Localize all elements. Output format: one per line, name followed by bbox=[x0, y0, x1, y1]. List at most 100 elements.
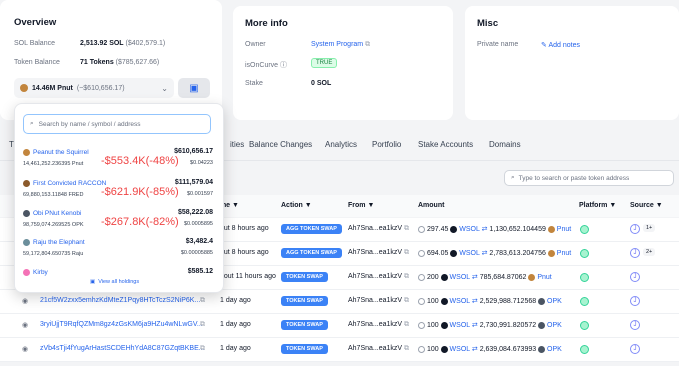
dropdown-search-input[interactable]: ⌕ Search by name / symbol / address bbox=[23, 114, 211, 134]
wsol-icon bbox=[440, 321, 448, 329]
more-info-title: More info bbox=[245, 18, 288, 29]
copy-icon[interactable]: ⧉ bbox=[404, 249, 409, 256]
filter-icon[interactable]: ▼ bbox=[609, 202, 616, 209]
token-link[interactable]: OPK bbox=[547, 322, 562, 329]
copy-icon[interactable]: ⧉ bbox=[404, 321, 409, 328]
token-icon bbox=[23, 149, 30, 156]
token-link[interactable]: WSOL bbox=[450, 298, 470, 305]
wsol-icon bbox=[440, 273, 448, 281]
platform-icon[interactable] bbox=[580, 225, 589, 234]
from-address[interactable]: Ah7Sna...ea1kzV ⧉ bbox=[348, 225, 409, 233]
copy-icon[interactable]: ⧉ bbox=[404, 225, 409, 232]
token-link[interactable]: WSOL bbox=[459, 226, 479, 233]
owner-label: Owner bbox=[245, 41, 266, 48]
token-link[interactable]: WSOL bbox=[459, 250, 479, 257]
view-all-holdings-link[interactable]: ▣ View all holdings bbox=[90, 279, 139, 285]
tab-activities[interactable]: ities bbox=[230, 140, 244, 149]
token-link[interactable]: WSOL bbox=[450, 274, 470, 281]
dropdown-item[interactable]: Obi PNut Kenobi 98,759,074.269525 OPK $58,… bbox=[23, 208, 213, 236]
filter-icon[interactable]: ▼ bbox=[305, 202, 312, 209]
swap-arrow-icon: ⇄ bbox=[471, 346, 478, 353]
from-address[interactable]: Ah7Sna...ea1kzV ⧉ bbox=[348, 345, 409, 353]
time-cell: 1 day ago bbox=[220, 321, 251, 328]
token-loss: -$267.8K(-82%) bbox=[101, 216, 179, 228]
token-name[interactable]: Kirby bbox=[33, 269, 48, 276]
copy-icon[interactable]: ⧉ bbox=[200, 321, 205, 329]
copy-icon[interactable]: ⧉ bbox=[200, 345, 205, 353]
clock-icon bbox=[418, 273, 425, 281]
sol-balance-label: SOL Balance bbox=[14, 40, 55, 47]
copy-icon[interactable]: ⧉ bbox=[404, 297, 409, 304]
filter-icon[interactable]: ▼ bbox=[367, 202, 374, 209]
token-link[interactable]: OPK bbox=[547, 298, 562, 305]
action-badge: TOKEN SWAP bbox=[281, 272, 328, 282]
action-badge: AGG TOKEN SWAP bbox=[281, 224, 342, 234]
overview-title: Overview bbox=[14, 17, 57, 28]
token-select-button[interactable]: 14.46M Pnut (~$610,656.17) ⌄ bbox=[14, 78, 174, 98]
token-link[interactable]: Pnut bbox=[537, 274, 551, 281]
signature-link[interactable]: 21cf5W2zxx5emhzKdMteZ1Pqy8HTcTczS2NiP6K.… bbox=[40, 297, 200, 304]
tab-domains[interactable]: Domains bbox=[489, 140, 521, 149]
wsol-icon bbox=[440, 297, 448, 305]
copy-icon[interactable]: ⧉ bbox=[404, 345, 409, 352]
misc-title: Misc bbox=[477, 18, 499, 29]
token-name[interactable]: Obi PNut Kenobi bbox=[33, 210, 81, 217]
signature-link[interactable]: 3ryiUjjT9RqfQZMm8gz4zGsKM6ja9HZu4wNLwGV.… bbox=[40, 321, 203, 328]
isoncurve-badge: TRUE bbox=[311, 58, 338, 68]
source-icon[interactable]: J bbox=[630, 296, 640, 306]
tab-portfolio[interactable]: Portfolio bbox=[372, 140, 401, 149]
copy-icon[interactable]: ⧉ bbox=[200, 297, 205, 305]
tab-stake-accounts[interactable]: Stake Accounts bbox=[418, 140, 473, 149]
platform-icon[interactable] bbox=[580, 321, 589, 330]
token-link[interactable]: Pnut bbox=[557, 226, 571, 233]
dropdown-item[interactable]: Peanut the Squirrel 14,461,252.236395 Pnu… bbox=[23, 147, 213, 175]
dropdown-item[interactable]: Raju the Elephant 59,172,804.650735 Raju $… bbox=[23, 237, 213, 265]
platform-icon[interactable] bbox=[580, 297, 589, 306]
tab-analytics[interactable]: Analytics bbox=[325, 140, 357, 149]
token-link[interactable]: Pnut bbox=[557, 250, 571, 257]
misc-card: Misc Private name ✎ Add notes bbox=[465, 6, 679, 120]
platform-icon[interactable] bbox=[580, 273, 589, 282]
from-address[interactable]: Ah7Sna...ea1kzV ⧉ bbox=[348, 297, 409, 305]
dropdown-item[interactable]: First Convicted RACCON 69,880,153.11848 F… bbox=[23, 178, 213, 206]
source-icon[interactable]: J bbox=[630, 272, 640, 282]
token-usd: $111,579.04 bbox=[174, 179, 213, 186]
token-balance-label: Token Balance bbox=[14, 59, 60, 66]
token-name[interactable]: First Convicted RACCON bbox=[33, 180, 106, 187]
filter-icon[interactable]: ▼ bbox=[656, 202, 663, 209]
platform-icon[interactable] bbox=[580, 249, 589, 258]
source-icon[interactable]: J bbox=[630, 248, 640, 258]
copy-icon[interactable]: ⧉ bbox=[404, 273, 409, 280]
token-usd: $585.12 bbox=[187, 268, 213, 275]
table-row: ◉ 3ryiUjjT9RqfQZMm8gz4zGsKM6ja9HZu4wNLwGV… bbox=[0, 314, 679, 338]
filter-icon[interactable]: ▼ bbox=[232, 202, 239, 209]
wallet-icon: ▣ bbox=[189, 82, 199, 94]
tab-balance-changes[interactable]: Balance Changes bbox=[249, 140, 312, 149]
source-icon[interactable]: J bbox=[630, 320, 640, 330]
token-link[interactable]: WSOL bbox=[450, 322, 470, 329]
eye-icon[interactable]: ◉ bbox=[22, 345, 28, 353]
token-name[interactable]: Peanut the Squirrel bbox=[33, 149, 89, 156]
source-count-badge[interactable]: 1+ bbox=[643, 224, 656, 232]
eye-icon[interactable]: ◉ bbox=[22, 321, 28, 329]
token-link[interactable]: WSOL bbox=[450, 346, 470, 353]
source-icon[interactable]: J bbox=[630, 224, 640, 234]
source-count-badge[interactable]: 2+ bbox=[643, 248, 656, 256]
copy-icon[interactable]: ⧉ bbox=[365, 41, 370, 48]
platform-icon[interactable] bbox=[580, 345, 589, 354]
token-search-input[interactable]: ⌕ Type to search or paste token address bbox=[504, 170, 674, 186]
from-address[interactable]: Ah7Sna...ea1kzV ⧉ bbox=[348, 321, 409, 329]
amount-cell: 694.05 WSOL ⇄ 2,783,613.204756 Pnut bbox=[418, 249, 571, 257]
wallet-icon: ▣ bbox=[90, 279, 96, 285]
eye-icon[interactable]: ◉ bbox=[22, 297, 28, 305]
token-name[interactable]: Raju the Elephant bbox=[33, 239, 85, 246]
from-address[interactable]: Ah7Sna...ea1kzV ⧉ bbox=[348, 249, 409, 257]
wallet-button[interactable]: ▣ bbox=[178, 78, 210, 98]
signature-link[interactable]: zVb4sTji4fYugArHastSCDEHhYdA8C87GZqtBKBE… bbox=[40, 345, 205, 352]
source-icon[interactable]: J bbox=[630, 344, 640, 354]
token-link[interactable]: OPK bbox=[547, 346, 562, 353]
owner-link[interactable]: System Program ⧉ bbox=[311, 41, 370, 49]
add-notes-link[interactable]: ✎ Add notes bbox=[541, 41, 580, 49]
from-address[interactable]: Ah7Sna...ea1kzV ⧉ bbox=[348, 273, 409, 281]
info-icon: ⓘ bbox=[280, 62, 288, 69]
